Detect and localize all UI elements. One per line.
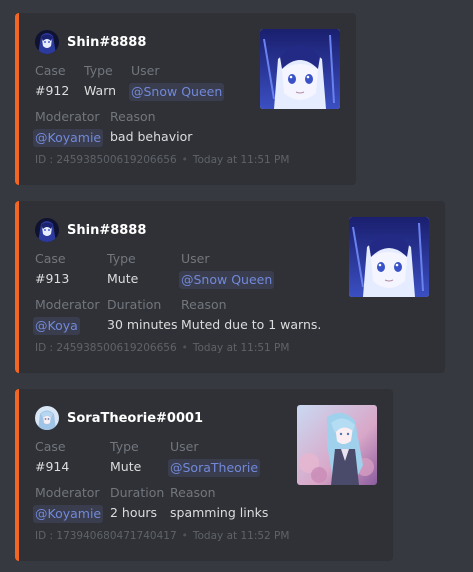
duration-value: 30 minutes [107, 317, 178, 332]
case-embed-914: SoraTheorie#0001 Case #914 Type Mute Use… [15, 389, 393, 561]
separator-dot: • [181, 530, 188, 542]
field-name: Duration [107, 297, 162, 312]
anime-girl-light-blue-hair-thumbnail[interactable] [297, 405, 377, 485]
embed-footer: ID : 245938500619206656 • Today at 11:51 P… [35, 154, 289, 166]
separator-dot: • [181, 342, 188, 354]
field-reason: Reason spamming links [170, 485, 268, 521]
embed-footer: ID : 173940680471740417 • Today at 11:52 P… [35, 530, 289, 542]
author-name[interactable]: Shin#8888 [67, 223, 146, 238]
footer-id: ID : 245938500619206656 [35, 154, 177, 166]
case-number: #914 [35, 459, 70, 474]
field-user: User @Snow Queen [129, 63, 225, 101]
field-moderator: Moderator @Koyamie [33, 109, 104, 147]
embed-author: Shin#8888 [35, 29, 146, 55]
field-name: Type [107, 251, 136, 266]
field-case: Case #912 [35, 63, 69, 99]
field-name: Case [35, 251, 66, 266]
dark-anime-avatar-icon[interactable] [35, 218, 59, 242]
moderator-mention[interactable]: @Koyamie [33, 129, 104, 147]
field-name: Case [35, 439, 66, 454]
field-name: Moderator [35, 297, 100, 312]
field-name: User [181, 251, 210, 266]
case-number: #913 [35, 271, 70, 286]
footer-timestamp: Today at 11:52 PM [192, 530, 290, 542]
reason-text: spamming links [170, 505, 269, 520]
field-moderator: Moderator @Koyamie [33, 485, 104, 523]
case-embed-912: Shin#8888 Case #912 Type Warn User @Snow… [15, 13, 356, 185]
anime-girl-blue-hair-thumbnail[interactable] [260, 29, 340, 109]
field-name: Case [35, 63, 66, 78]
footer-id: ID : 245938500619206656 [35, 342, 177, 354]
field-duration: Duration 2 hours [110, 485, 164, 521]
field-type: Type Mute [110, 439, 141, 475]
field-moderator: Moderator @Koya [33, 297, 100, 335]
embed-author: Shin#8888 [35, 217, 146, 243]
case-type: Warn [84, 83, 117, 98]
field-case: Case #913 [35, 251, 69, 287]
field-name: User [170, 439, 199, 454]
field-name: Type [84, 63, 113, 78]
field-name: Reason [181, 297, 227, 312]
moderator-mention[interactable]: @Koyamie [33, 505, 104, 523]
field-reason: Reason bad behavior [110, 109, 192, 145]
field-name: Moderator [35, 109, 100, 124]
field-type: Type Mute [107, 251, 138, 287]
footer-id: ID : 173940680471740417 [35, 530, 177, 542]
field-user: User @SoraTheorie [168, 439, 261, 477]
embed-footer: ID : 245938500619206656 • Today at 11:51 P… [35, 342, 289, 354]
case-number: #912 [35, 83, 70, 98]
embed-author: SoraTheorie#0001 [35, 405, 203, 431]
field-name: Duration [110, 485, 165, 500]
light-blue-anime-avatar-icon[interactable] [35, 406, 59, 430]
field-name: Reason [170, 485, 216, 500]
duration-value: 2 hours [110, 505, 158, 520]
field-name: User [131, 63, 160, 78]
user-mention[interactable]: @Snow Queen [179, 271, 275, 289]
author-name[interactable]: Shin#8888 [67, 35, 146, 50]
field-type: Type Warn [84, 63, 116, 99]
case-type: Mute [107, 271, 139, 286]
field-name: Moderator [35, 485, 100, 500]
user-mention[interactable]: @SoraTheorie [168, 459, 261, 477]
field-reason: Reason Muted due to 1 warns. [181, 297, 321, 333]
author-name[interactable]: SoraTheorie#0001 [67, 411, 203, 426]
user-mention[interactable]: @Snow Queen [129, 83, 225, 101]
footer-timestamp: Today at 11:51 PM [192, 342, 290, 354]
field-user: User @Snow Queen [179, 251, 275, 289]
field-case: Case #914 [35, 439, 69, 475]
reason-text: Muted due to 1 warns. [181, 317, 322, 332]
case-type: Mute [110, 459, 142, 474]
field-duration: Duration 30 minutes [107, 297, 177, 333]
moderator-mention[interactable]: @Koya [33, 317, 80, 335]
field-name: Type [110, 439, 139, 454]
case-embed-913: Shin#8888 Case #913 Type Mute User @Snow… [15, 201, 445, 373]
footer-timestamp: Today at 11:51 PM [192, 154, 290, 166]
moderation-log-feed: Shin#8888 Case #912 Type Warn User @Snow… [0, 0, 473, 572]
anime-girl-blue-hair-thumbnail[interactable] [349, 217, 429, 297]
reason-text: bad behavior [110, 129, 193, 144]
dark-anime-avatar-icon[interactable] [35, 30, 59, 54]
field-name: Reason [110, 109, 156, 124]
separator-dot: • [181, 154, 188, 166]
